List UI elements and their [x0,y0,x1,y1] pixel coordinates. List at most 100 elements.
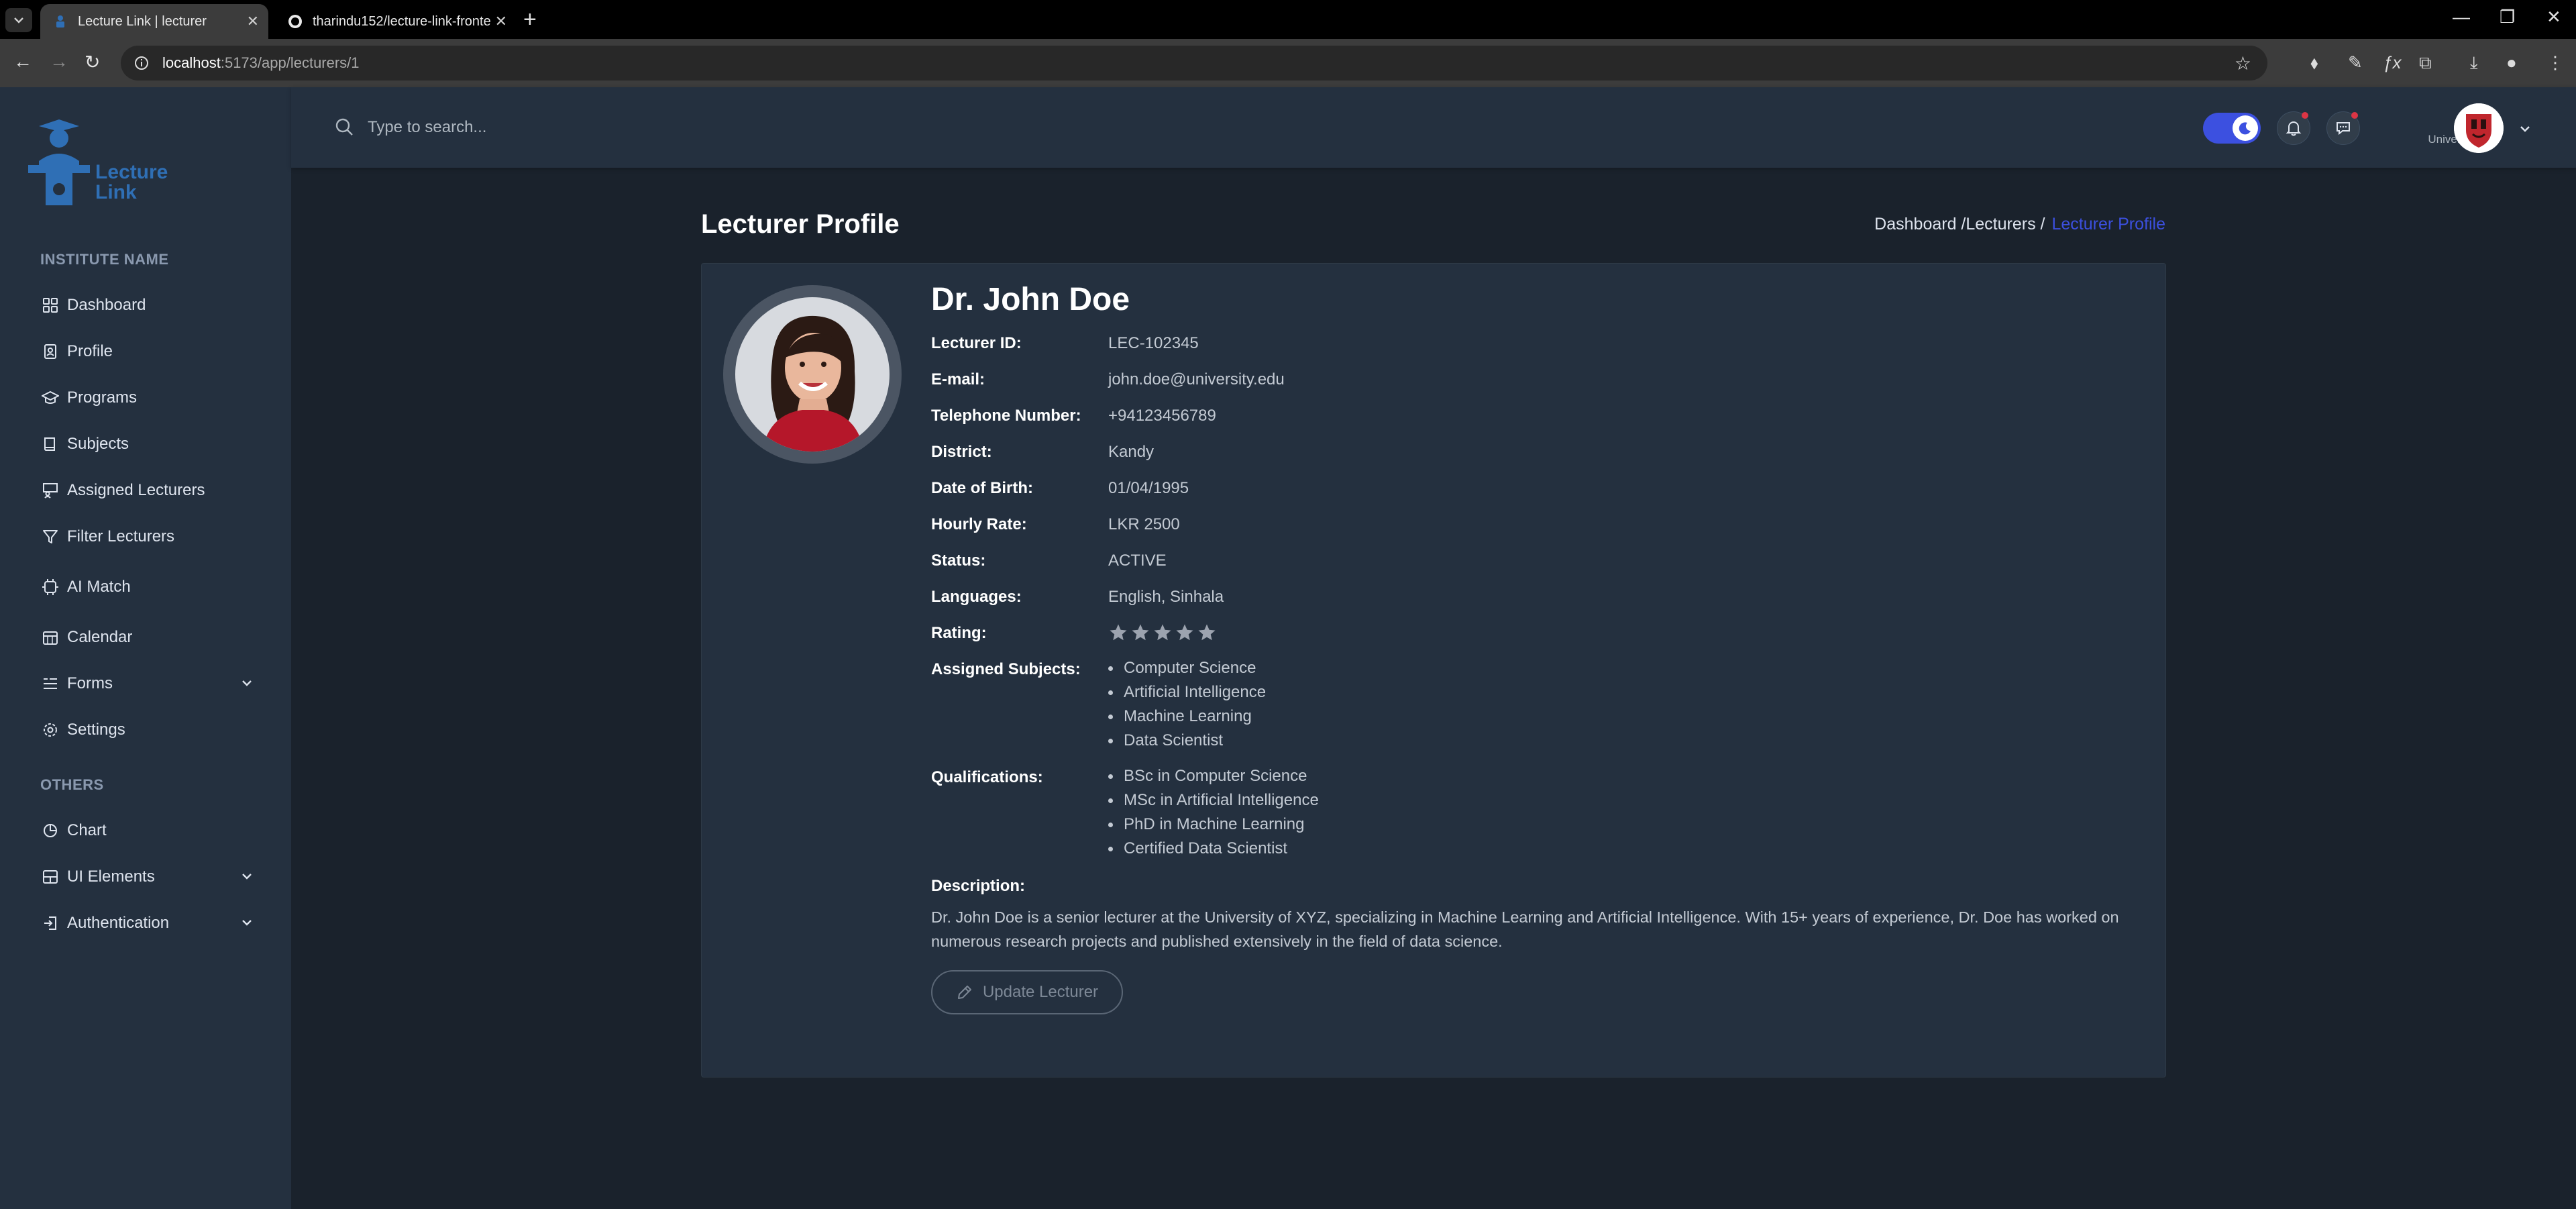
graduation-cap-icon [40,388,60,408]
sidebar-item-profile[interactable]: Profile [40,335,255,368]
github-icon [287,13,303,30]
menu-group-institute: INSTITUTE NAME [40,251,169,268]
url-text: localhost:5173/app/lecturers/1 [162,54,360,71]
district-value: Kandy [1108,443,1155,461]
sidebar-item-label: Authentication [67,914,170,932]
field-label: Rating: [931,624,987,642]
downloads-icon[interactable]: ⤓ [2470,52,2478,74]
browser-menu-icon[interactable]: ⋮ [2546,52,2564,73]
logo-wordmark: Lecture Link [95,162,168,203]
search-icon[interactable] [334,117,354,137]
breadcrumb-path[interactable]: Dashboard /Lecturers / [1874,215,2045,234]
chevron-down-icon[interactable] [239,675,255,691]
star-icon [1132,624,1149,641]
extension-pen-icon[interactable]: ✎ [2348,52,2363,73]
list-item: Certified Data Scientist [1108,837,1319,861]
field-label: Assigned Subjects: [931,660,1081,678]
list-item: Data Scientist [1108,729,1266,753]
close-window-icon[interactable]: ✕ [2546,7,2561,28]
sidebar-item-label: Profile [67,342,113,360]
rating-stars [1108,623,1217,643]
profile-photo [723,285,902,464]
field-label: Status: [931,551,986,570]
chevron-down-icon[interactable] [239,868,255,884]
chevron-down-icon[interactable] [2517,121,2533,137]
sidebar-item-label: Forms [67,674,113,692]
notifications-button[interactable] [2277,111,2310,145]
field-label: Date of Birth: [931,479,1033,497]
update-lecturer-button[interactable]: Update Lecturer [931,970,1123,1014]
dark-mode-toggle[interactable] [2203,113,2261,144]
tab-search-button[interactable] [5,8,32,32]
sidebar-item-forms[interactable]: Forms [40,667,255,700]
back-icon[interactable]: ← [13,51,32,72]
sidebar-item-assigned-lecturers[interactable]: Assigned Lecturers [40,474,255,507]
sidebar-item-authentication[interactable]: Authentication [40,906,255,940]
app-header: IIT University [291,87,2576,168]
extensions-puzzle-icon[interactable]: ⧉ [2419,52,2432,74]
breadcrumb-current: Lecturer Profile [2051,215,2165,233]
sidebar-item-settings[interactable]: Settings [40,713,255,747]
sidebar-item-label: Chart [67,821,107,839]
address-bar[interactable]: localhost:5173/app/lecturers/1 ☆ [121,46,2267,81]
user-avatar[interactable] [2454,103,2504,153]
sidebar-item-calendar[interactable]: Calendar [40,621,255,654]
field-label: Qualifications: [931,768,1043,786]
sidebar-item-chart[interactable]: Chart [40,814,255,847]
sidebar: Lecture Link INSTITUTE NAME Dashboard Pr… [0,87,291,1209]
sidebar-item-programs[interactable]: Programs [40,381,255,415]
extension-icon[interactable]: ⬧ [2310,52,2318,74]
browser-tab[interactable]: tharindu152/lecture-link-fronte ✕ [275,4,517,39]
description-label: Description: [931,877,1026,895]
sidebar-item-ui-elements[interactable]: UI Elements [40,860,255,894]
sidebar-item-label: Subjects [67,435,129,453]
restore-icon[interactable]: ❐ [2500,7,2515,28]
search-input[interactable] [368,114,770,141]
sidebar-item-ai-match[interactable]: AI Match [40,570,255,604]
bell-icon [2286,121,2302,136]
bookmark-star-icon[interactable]: ☆ [2235,52,2251,74]
chat-icon [2337,122,2350,136]
new-tab-button[interactable]: + [523,7,537,33]
reload-icon[interactable]: ↻ [85,51,100,73]
forms-list-icon [40,674,60,694]
minimize-icon[interactable]: — [2453,7,2470,28]
lecturer-podium-icon [28,119,90,205]
field-label: E-mail: [931,370,985,388]
sidebar-item-dashboard[interactable]: Dashboard [40,288,255,322]
star-icon [1154,624,1171,641]
close-tab-icon[interactable]: ✕ [247,13,259,30]
logo-line-1: Lecture [95,161,168,183]
lecturer-id-value: LEC-102345 [1108,334,1199,352]
sidebar-item-label: Filter Lecturers [67,527,175,545]
extension-fx-icon[interactable]: ƒx [2383,52,2401,73]
pie-chart-icon [40,821,60,841]
profile-photo-image [735,297,890,452]
sidebar-item-label: Programs [67,388,138,407]
forward-icon[interactable]: → [50,51,68,72]
browser-tab-bar: Lecture Link | lecturer ✕ tharindu152/le… [0,0,2576,39]
list-item: BSc in Computer Science [1108,764,1319,788]
grid-icon [40,295,60,315]
field-label: Hourly Rate: [931,515,1027,533]
lecturer-board-icon [40,480,60,501]
field-label: Languages: [931,588,1022,606]
chevron-down-icon[interactable] [239,914,255,931]
assigned-subjects-list: Computer Science Artificial Intelligence… [1108,656,1266,753]
lecturer-name: Dr. John Doe [931,282,1130,317]
university-crest-icon [2454,103,2504,153]
breadcrumb: Dashboard /Lecturers / Lecturer Profile [1874,215,2165,234]
browser-tab-active[interactable]: Lecture Link | lecturer ✕ [40,4,268,39]
moon-icon [2233,115,2258,141]
sidebar-item-subjects[interactable]: Subjects [40,427,255,461]
list-item: MSc in Artificial Intelligence [1108,788,1319,812]
close-tab-icon[interactable]: ✕ [495,13,507,30]
list-item: Machine Learning [1108,704,1266,729]
messages-button[interactable] [2326,111,2360,145]
tab-title: Lecture Link | lecturer [78,13,207,29]
lecturer-profile-card: Dr. John Doe Lecturer ID: LEC-102345 E-m… [701,263,2166,1077]
sidebar-item-filter-lecturers[interactable]: Filter Lecturers [40,520,255,554]
profile-avatar-icon[interactable]: ● [2506,52,2517,73]
phone-value: +94123456789 [1108,407,1216,425]
site-info-icon[interactable] [134,56,149,70]
